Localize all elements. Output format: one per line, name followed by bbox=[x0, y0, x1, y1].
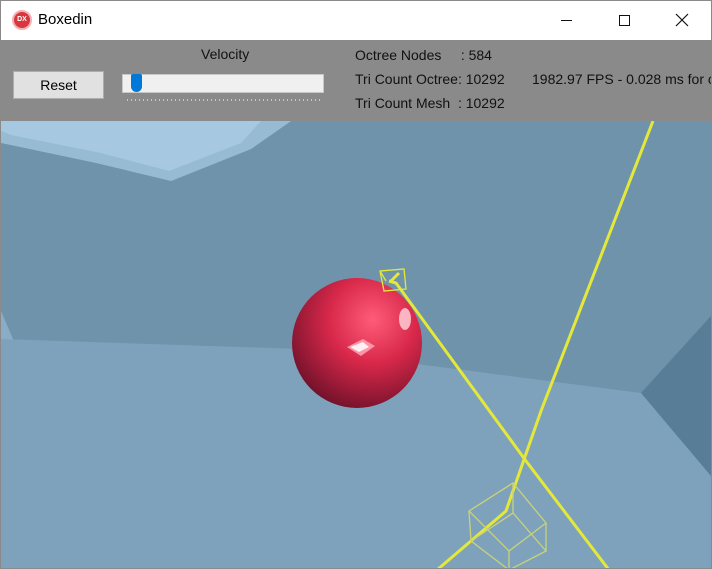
control-panel: Reset Velocity Octree Nodes : 584 Tri Co… bbox=[1, 40, 711, 121]
close-icon bbox=[675, 13, 689, 27]
close-button[interactable] bbox=[653, 1, 711, 39]
slider-ticks bbox=[127, 99, 321, 101]
3d-viewport[interactable] bbox=[1, 121, 711, 568]
minimize-icon bbox=[560, 19, 572, 21]
velocity-slider[interactable] bbox=[122, 74, 324, 93]
app-icon: DX bbox=[12, 10, 32, 30]
tri-count-octree-stat: Tri Count Octree: 10292 bbox=[355, 71, 505, 87]
octree-nodes-stat: Octree Nodes : 584 bbox=[355, 47, 492, 63]
scene-render bbox=[1, 121, 711, 568]
reset-button[interactable]: Reset bbox=[13, 71, 104, 99]
maximize-icon bbox=[618, 14, 630, 26]
minimize-button[interactable] bbox=[537, 1, 595, 39]
tri-count-mesh-stat: Tri Count Mesh : 10292 bbox=[355, 95, 505, 111]
window-title: Boxedin bbox=[38, 11, 93, 28]
fps-stat: 1982.97 FPS - 0.028 ms for co bbox=[532, 71, 712, 87]
title-bar[interactable]: DX Boxedin bbox=[1, 1, 711, 40]
velocity-label: Velocity bbox=[201, 46, 250, 62]
maximize-button[interactable] bbox=[595, 1, 653, 39]
app-window: DX Boxedin Reset Velocity Octree Nodes :… bbox=[0, 0, 712, 569]
velocity-slider-thumb[interactable] bbox=[131, 74, 143, 92]
